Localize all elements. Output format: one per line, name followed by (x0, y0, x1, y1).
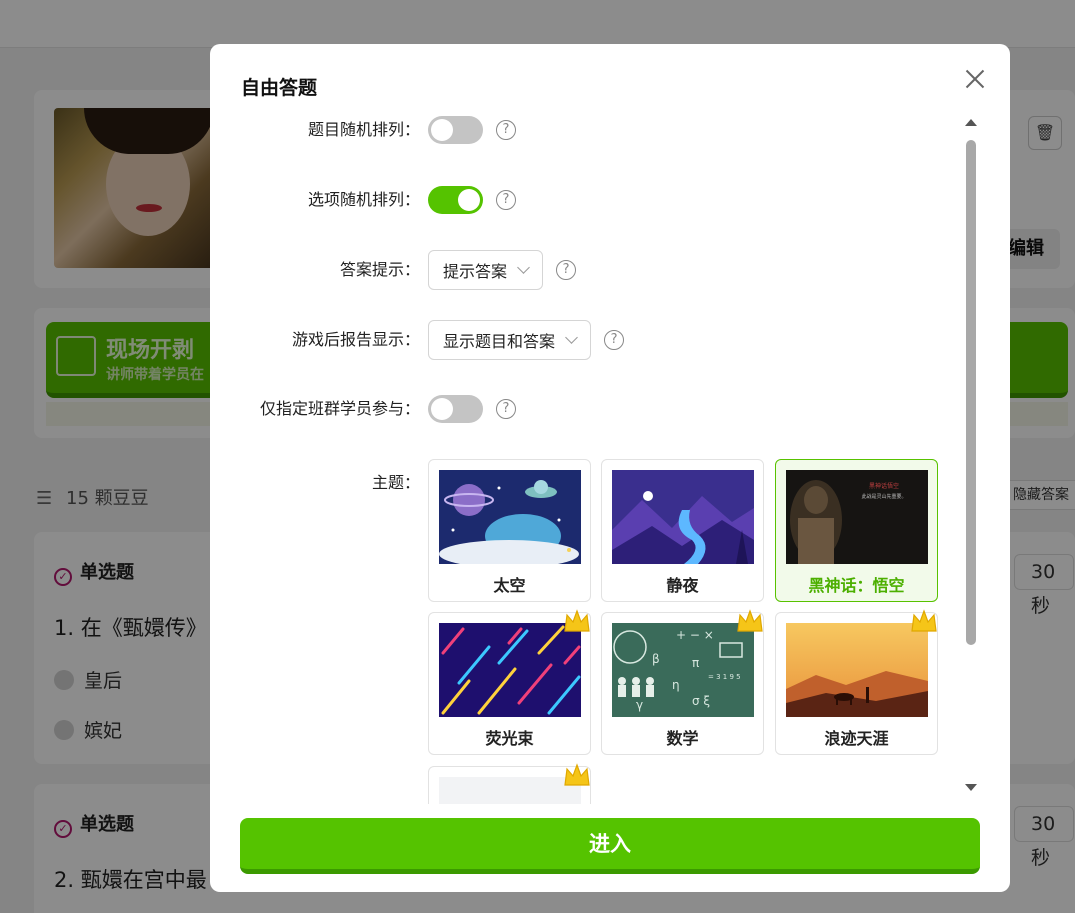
help-icon[interactable]: ? (496, 120, 516, 140)
free-quiz-modal: 自由答题 题目随机排列： ? 选项随机排列： ? 答案提示： 提示答案 ? 游戏… (210, 44, 1010, 892)
setting-shuffle-options: 选项随机排列： ? (210, 180, 950, 220)
setting-label: 游戏后报告显示： (291, 330, 420, 349)
math-thumbnail: + − × β π = 3 1 9 5 η σ ξ γ (612, 623, 754, 717)
theme-label: 主题： (371, 473, 420, 492)
wukong-title-text: 黑神话悟空 (869, 482, 899, 490)
select-value: 提示答案 (443, 262, 508, 281)
setting-shuffle-questions: 题目随机排列： ? (210, 114, 950, 150)
theme-name: 太空 (493, 576, 526, 595)
chevron-down-icon (565, 331, 578, 344)
setting-report-display: 游戏后报告显示： 显示题目和答案 ? (210, 320, 950, 360)
setting-label: 答案提示： (339, 260, 420, 279)
theme-card-more[interactable] (428, 763, 591, 804)
setting-answer-hint: 答案提示： 提示答案 ? (210, 250, 950, 290)
answer-hint-select[interactable]: 提示答案 (428, 250, 544, 290)
theme-name: 浪迹天涯 (824, 729, 889, 748)
setting-class-only: 仅指定班群学员参与： ? (210, 389, 950, 429)
class-only-toggle[interactable] (428, 395, 483, 423)
theme-card-quiet-night[interactable]: 静夜 (601, 459, 764, 602)
select-value: 显示题目和答案 (443, 332, 556, 351)
svg-text:γ: γ (636, 698, 643, 712)
space-thumbnail (439, 470, 581, 564)
shuffle-questions-toggle[interactable] (428, 116, 483, 144)
theme-thumbnail-placeholder (439, 777, 581, 804)
theme-card-space[interactable]: 太空 (428, 459, 591, 602)
setting-label: 选项随机排列： (307, 190, 420, 209)
help-icon[interactable]: ? (604, 330, 625, 350)
report-display-select[interactable]: 显示题目和答案 (428, 320, 592, 360)
chevron-down-icon (517, 261, 530, 274)
wukong-subtitle-text: 此战是灵山先重要。 (861, 493, 906, 500)
svg-text:+ − ×: + − × (676, 628, 714, 642)
crown-icon (911, 609, 937, 632)
theme-card-math[interactable]: + − × β π = 3 1 9 5 η σ ξ γ 数学 (601, 609, 764, 755)
scroll-down-arrow-icon[interactable] (965, 784, 977, 791)
svg-text:η: η (672, 678, 680, 692)
theme-card-wandering[interactable]: 浪迹天涯 (775, 609, 938, 755)
svg-text:β: β (652, 652, 660, 666)
crown-icon (564, 609, 590, 632)
crown-icon (564, 763, 590, 786)
scrollbar[interactable] (965, 116, 977, 796)
setting-label: 仅指定班群学员参与： (259, 399, 420, 418)
black-myth-thumbnail: 黑神话悟空 此战是灵山先重要。 (786, 470, 928, 564)
quiet-night-thumbnail (612, 470, 754, 564)
theme-name: 静夜 (666, 576, 699, 595)
scrollbar-thumb[interactable] (966, 140, 976, 645)
wandering-thumbnail (786, 623, 928, 717)
theme-card-black-myth-wukong[interactable]: 黑神话悟空 此战是灵山先重要。 黑神话：悟空 (775, 459, 938, 602)
math-equation-text: = 3 1 9 5 (708, 673, 741, 681)
close-icon[interactable] (962, 66, 988, 92)
svg-text:π: π (692, 656, 699, 670)
theme-name: 荧光束 (485, 729, 534, 748)
setting-label: 题目随机排列： (307, 120, 420, 139)
svg-text:σ ξ: σ ξ (692, 694, 710, 708)
theme-name: 黑神话：悟空 (808, 576, 905, 595)
help-icon[interactable]: ? (496, 190, 516, 210)
scroll-up-arrow-icon[interactable] (965, 119, 977, 126)
theme-name: 数学 (666, 729, 699, 748)
crown-icon (737, 609, 763, 632)
fluorescent-thumbnail (439, 623, 581, 717)
theme-card-fluorescent-beam[interactable]: 荧光束 (428, 609, 591, 755)
shuffle-options-toggle[interactable] (428, 186, 483, 214)
settings-scroll-area[interactable]: 题目随机排列： ? 选项随机排列： ? 答案提示： 提示答案 ? 游戏后报告显示… (210, 114, 985, 804)
modal-title: 自由答题 (241, 77, 318, 99)
enter-button[interactable]: 进入 (240, 818, 980, 874)
help-icon[interactable]: ? (556, 260, 577, 280)
help-icon[interactable]: ? (496, 399, 516, 419)
